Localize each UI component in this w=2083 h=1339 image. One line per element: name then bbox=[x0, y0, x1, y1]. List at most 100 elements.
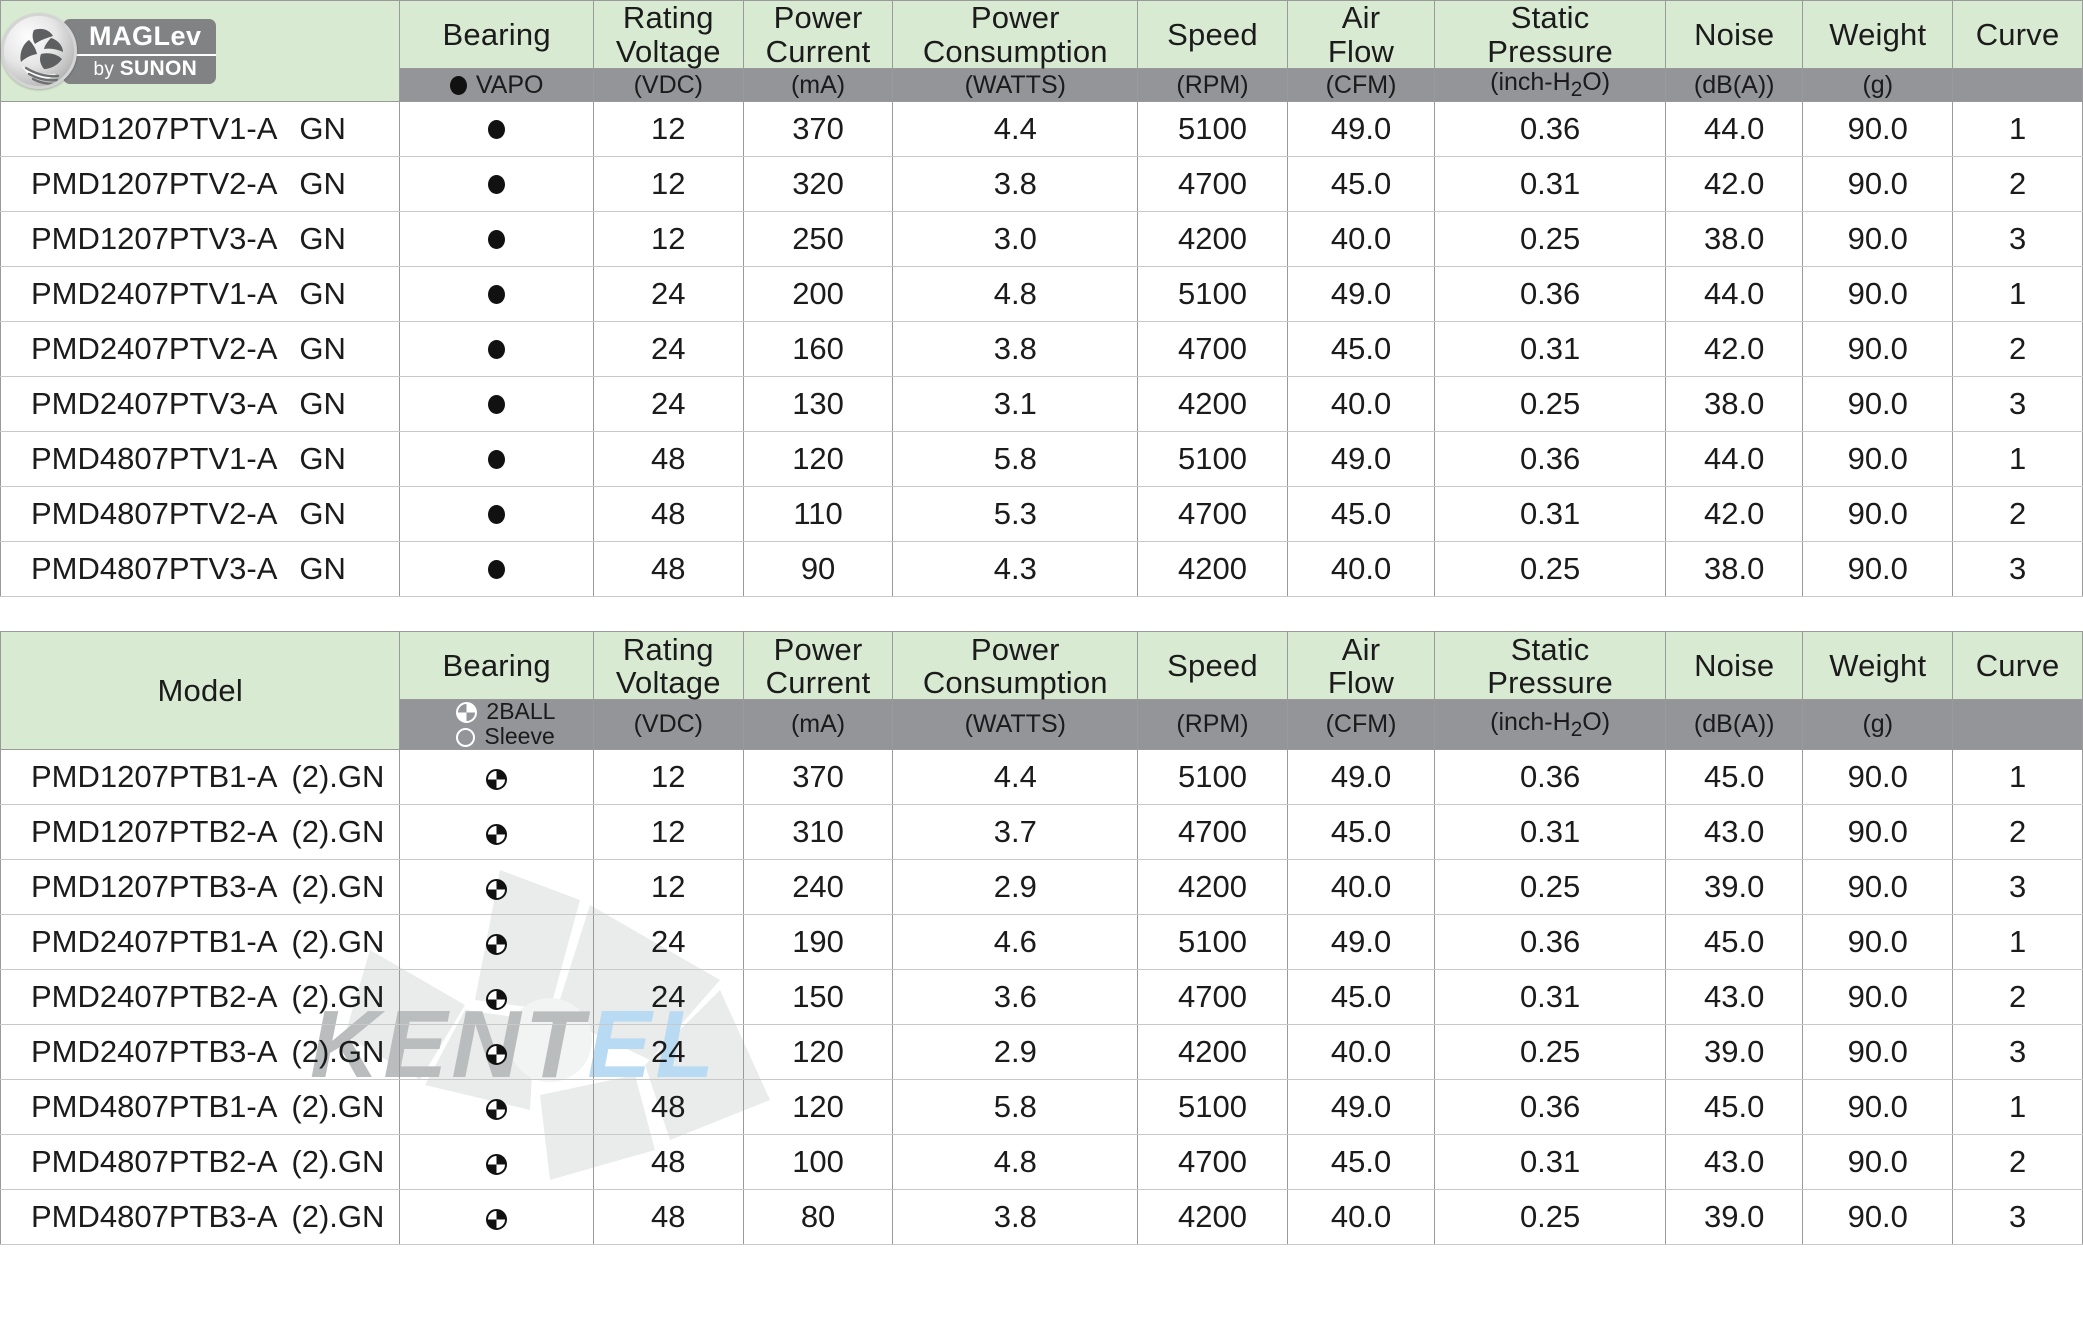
cell-speed: 4200 bbox=[1137, 541, 1288, 598]
cell-weight: 90.0 bbox=[1802, 1134, 1954, 1191]
table-row: PMD2407PTV1-A GN 24 200 4.8 5100 49.0 0.36 44.0 9… bbox=[0, 266, 2083, 323]
unit-air-flow: (CFM) bbox=[1286, 67, 1436, 103]
cell-noise: 42.0 bbox=[1665, 321, 1804, 378]
cell-curve: 3 bbox=[1952, 1024, 2083, 1081]
model-suffix: GN bbox=[299, 331, 346, 367]
cell-curve: 1 bbox=[1952, 914, 2083, 971]
unit-consumption-2: (WATTS) bbox=[892, 699, 1139, 751]
cell-model: PMD1207PTV2-A GN bbox=[0, 156, 401, 213]
cell-power-consumption: 5.8 bbox=[892, 431, 1139, 488]
cell-power-current: 100 bbox=[742, 1134, 894, 1191]
unit-static-pressure-2: (inch-H2O) bbox=[1434, 699, 1667, 751]
col-header-air-flow-2: Air Flow bbox=[1286, 631, 1436, 701]
vapo-dot-icon bbox=[488, 450, 506, 470]
cell-bearing bbox=[399, 376, 594, 433]
unit-consumption: (WATTS) bbox=[892, 67, 1139, 103]
cell-air-flow: 49.0 bbox=[1286, 101, 1436, 158]
cell-static-pressure: 0.31 bbox=[1434, 1134, 1667, 1191]
cell-curve: 2 bbox=[1952, 1134, 2083, 1191]
cell-noise: 43.0 bbox=[1665, 804, 1804, 861]
cell-static-pressure: 0.36 bbox=[1434, 266, 1667, 323]
model-code: PMD1207PTB3-A bbox=[31, 869, 278, 905]
cell-model: PMD4807PTV2-A GN bbox=[0, 486, 401, 543]
table-row: PMD1207PTV1-A GN 12 370 4.4 5100 49.0 0.36 44.0 9… bbox=[0, 101, 2083, 158]
cell-static-pressure: 0.25 bbox=[1434, 1189, 1667, 1246]
model-code: PMD4807PTV3-A bbox=[31, 551, 278, 587]
cell-power-current: 120 bbox=[742, 1079, 894, 1136]
cell-static-pressure: 0.31 bbox=[1434, 486, 1667, 543]
cell-static-pressure: 0.36 bbox=[1434, 749, 1667, 806]
cell-rating-voltage: 12 bbox=[592, 804, 744, 861]
cell-speed: 5100 bbox=[1137, 1079, 1288, 1136]
table1-header-row: MAGLev by SUNON Bearing Rating Voltage Po… bbox=[0, 0, 2083, 103]
table-row: PMD1207PTB3-A (2).GN 12 240 2.9 4200 40.0 0.25 3… bbox=[0, 859, 2083, 916]
cell-static-pressure: 0.31 bbox=[1434, 321, 1667, 378]
cell-weight: 90.0 bbox=[1802, 101, 1954, 158]
cell-power-consumption: 4.4 bbox=[892, 749, 1139, 806]
maglev-wordmark-top: MAGLev bbox=[63, 18, 216, 54]
vapo-dot-icon bbox=[449, 75, 467, 95]
col-header-curve-2: Curve bbox=[1952, 631, 2083, 701]
cell-noise: 42.0 bbox=[1665, 156, 1804, 213]
vapo-spec-table-wrapper: MAGLev by SUNON Bearing Rating Voltage Po… bbox=[0, 0, 2083, 598]
cell-power-current: 120 bbox=[742, 1024, 894, 1081]
model-suffix: (2).GN bbox=[291, 814, 385, 850]
legend-2ball: 2BALL bbox=[456, 700, 555, 724]
col-header-model: Model bbox=[0, 631, 401, 751]
cell-speed: 5100 bbox=[1137, 431, 1288, 488]
cell-bearing bbox=[399, 859, 594, 916]
col-header-speed: Speed bbox=[1137, 0, 1288, 69]
cell-power-consumption: 3.6 bbox=[892, 969, 1139, 1026]
cell-speed: 5100 bbox=[1137, 914, 1288, 971]
model-code: PMD2407PTB2-A bbox=[31, 979, 278, 1015]
cell-weight: 90.0 bbox=[1802, 376, 1954, 433]
cell-air-flow: 49.0 bbox=[1286, 266, 1436, 323]
unit-bearing-ball-sleeve: 2BALL Sleeve bbox=[399, 699, 594, 751]
cell-speed: 4200 bbox=[1137, 211, 1288, 268]
cell-curve: 2 bbox=[1952, 804, 2083, 861]
cell-weight: 90.0 bbox=[1802, 486, 1954, 543]
vapo-dot-icon bbox=[488, 175, 506, 195]
cell-noise: 45.0 bbox=[1665, 1079, 1804, 1136]
cell-static-pressure: 0.36 bbox=[1434, 101, 1667, 158]
cell-power-current: 160 bbox=[742, 321, 894, 378]
cell-power-consumption: 2.9 bbox=[892, 1024, 1139, 1081]
cell-power-consumption: 2.9 bbox=[892, 859, 1139, 916]
cell-curve: 2 bbox=[1952, 156, 2083, 213]
model-code: PMD2407PTV1-A bbox=[31, 276, 278, 312]
cell-noise: 44.0 bbox=[1665, 431, 1804, 488]
cell-model: PMD1207PTB1-A (2).GN bbox=[0, 749, 401, 806]
table2-body: PMD1207PTB1-A (2).GN 12 370 4.4 5100 49.0 0.36 4… bbox=[0, 749, 2083, 1246]
vapo-dot-icon bbox=[488, 285, 506, 305]
unit-curve bbox=[1952, 67, 2083, 103]
col-header-static-pressure: Static Pressure bbox=[1434, 0, 1667, 69]
cell-curve: 3 bbox=[1952, 541, 2083, 598]
col-header-power-consumption: Power Consumption bbox=[892, 0, 1139, 69]
cell-rating-voltage: 24 bbox=[592, 376, 744, 433]
twoball-icon bbox=[486, 1098, 508, 1120]
unit-curve-2 bbox=[1952, 699, 2083, 751]
unit-voltage: (VDC) bbox=[592, 67, 744, 103]
table-spacer bbox=[0, 597, 2083, 631]
cell-bearing bbox=[399, 101, 594, 158]
cell-air-flow: 40.0 bbox=[1286, 211, 1436, 268]
model-suffix: (2).GN bbox=[291, 869, 385, 905]
col-header-static-pressure-2: Static Pressure bbox=[1434, 631, 1667, 701]
unit-noise-2: (dB(A)) bbox=[1665, 699, 1804, 751]
model-suffix: GN bbox=[299, 111, 346, 147]
cell-static-pressure: 0.36 bbox=[1434, 431, 1667, 488]
cell-bearing bbox=[399, 969, 594, 1026]
cell-air-flow: 40.0 bbox=[1286, 376, 1436, 433]
model-suffix: GN bbox=[299, 551, 346, 587]
cell-rating-voltage: 12 bbox=[592, 156, 744, 213]
cell-curve: 3 bbox=[1952, 1189, 2083, 1246]
cell-model: PMD2407PTV3-A GN bbox=[0, 376, 401, 433]
cell-air-flow: 45.0 bbox=[1286, 1134, 1436, 1191]
model-code: PMD4807PTV1-A bbox=[31, 441, 278, 477]
maglev-wordmark: MAGLev by SUNON bbox=[63, 18, 216, 84]
cell-model: PMD1207PTV1-A GN bbox=[0, 101, 401, 158]
cell-bearing bbox=[399, 486, 594, 543]
cell-air-flow: 45.0 bbox=[1286, 321, 1436, 378]
cell-model: PMD4807PTV3-A GN bbox=[0, 541, 401, 598]
cell-curve: 1 bbox=[1952, 266, 2083, 323]
